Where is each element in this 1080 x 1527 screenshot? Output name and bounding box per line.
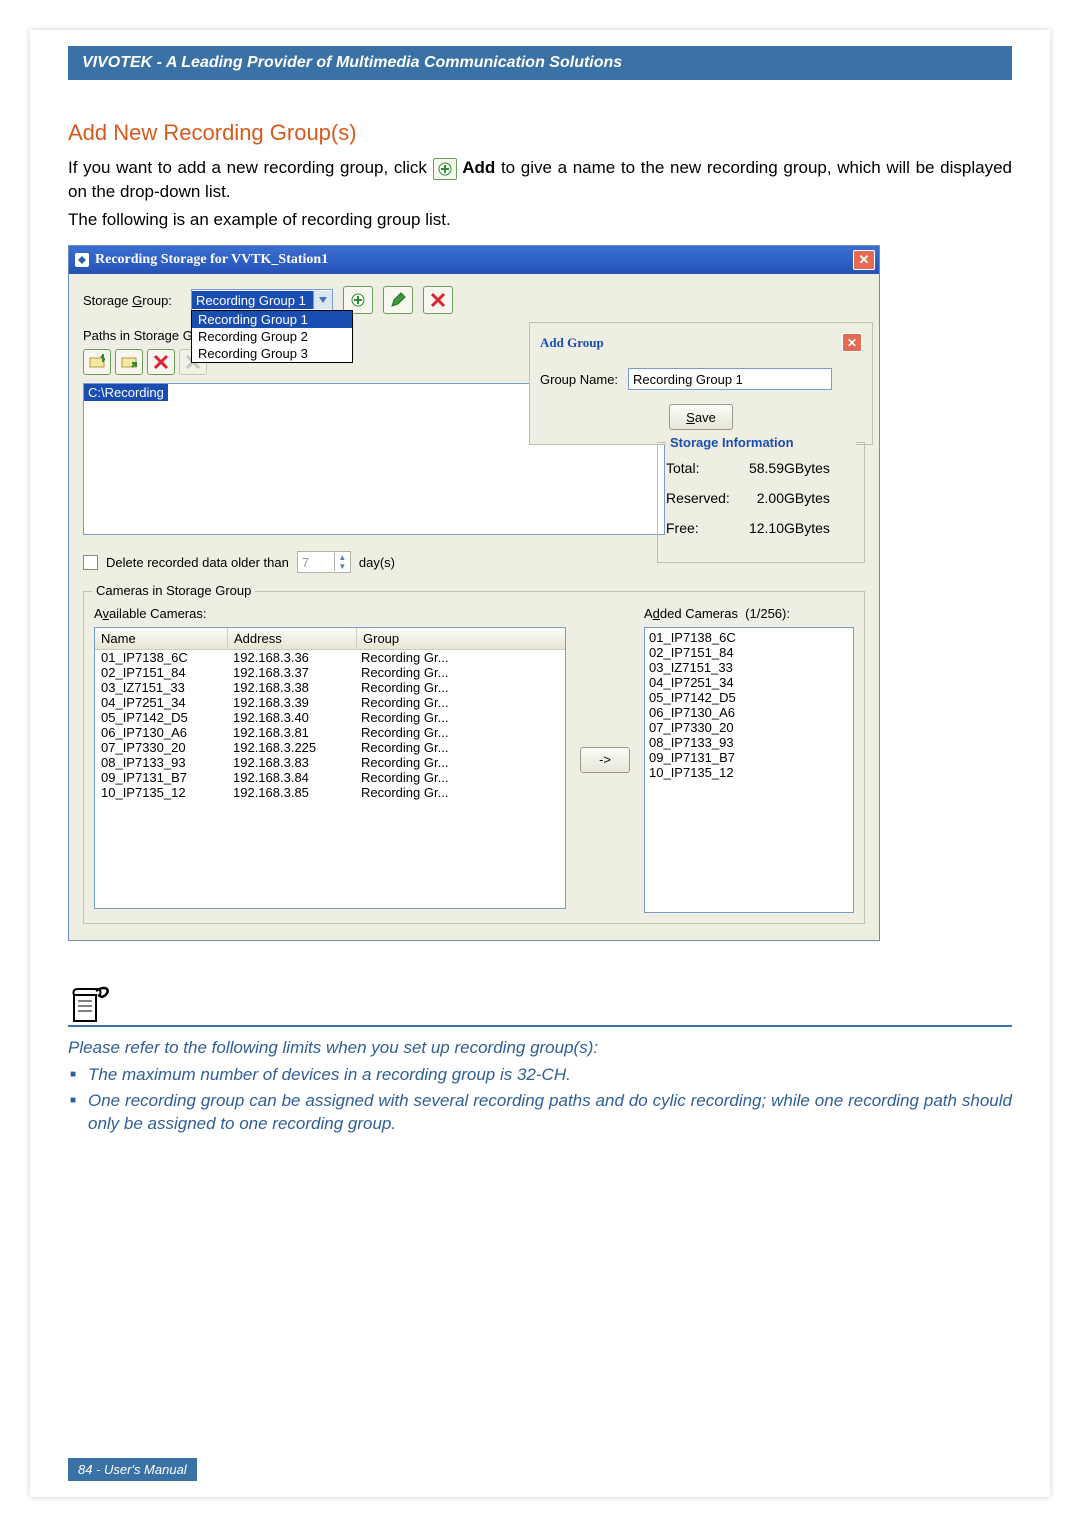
app-icon: [75, 253, 89, 267]
group-name-label: Group Name:: [540, 372, 618, 387]
table-row[interactable]: 05_IP7142_D5192.168.3.40Recording Gr...: [95, 710, 565, 725]
section-title: Add New Recording Group(s): [68, 120, 1012, 146]
spinner-down-icon[interactable]: ▼: [334, 562, 350, 571]
col-group[interactable]: Group: [357, 628, 565, 649]
note-bullet: One recording group can be assigned with…: [88, 1090, 1012, 1136]
dropdown-item[interactable]: Recording Group 3: [192, 345, 352, 362]
storage-group-combo[interactable]: Recording Group 1 Recording Group 1 Reco…: [191, 289, 333, 311]
storage-info-value: 2.00: [738, 490, 784, 506]
intro-paragraph-2: The following is an example of recording…: [68, 208, 1012, 232]
list-item[interactable]: 05_IP7142_D5: [649, 690, 849, 705]
page-footer: 84 - User's Manual: [68, 1458, 197, 1481]
delete-old-label: Delete recorded data older than: [106, 555, 289, 570]
edit-group-button[interactable]: [383, 286, 413, 314]
delete-days-input[interactable]: [298, 555, 334, 570]
delete-group-button[interactable]: [423, 286, 453, 314]
titlebar: Recording Storage for VVTK_Station1 ✕: [69, 246, 879, 274]
path-item-selected[interactable]: C:\Recording: [84, 384, 168, 401]
chevron-down-icon[interactable]: [313, 291, 332, 309]
cameras-fieldset: Cameras in Storage Group Available Camer…: [83, 591, 865, 924]
delete-days-unit: day(s): [359, 555, 395, 570]
list-item[interactable]: 08_IP7133_93: [649, 735, 849, 750]
storage-group-label: Storage Group:: [83, 293, 191, 308]
available-cameras-grid[interactable]: Name Address Group 01_IP7138_6C192.168.3…: [94, 627, 566, 909]
table-row[interactable]: 07_IP7330_20192.168.3.225Recording Gr...: [95, 740, 565, 755]
storage-info-panel: Storage Information Total:58.59GBytesRes…: [657, 442, 865, 563]
open-path-button[interactable]: [115, 349, 143, 375]
added-cameras-list[interactable]: 01_IP7138_6C02_IP7151_8403_IZ7151_3304_I…: [644, 627, 854, 913]
storage-info-value: 58.59: [738, 460, 784, 476]
list-item[interactable]: 03_IZ7151_33: [649, 660, 849, 675]
storage-info-label: Free:: [666, 520, 738, 536]
storage-info-title: Storage Information: [666, 435, 856, 450]
table-row[interactable]: 02_IP7151_84192.168.3.37Recording Gr...: [95, 665, 565, 680]
p1b: Add: [462, 158, 495, 177]
list-item[interactable]: 10_IP7135_12: [649, 765, 849, 780]
table-row[interactable]: 01_IP7138_6C192.168.3.36Recording Gr...: [95, 650, 565, 665]
cameras-legend: Cameras in Storage Group: [92, 583, 255, 598]
delete-old-checkbox[interactable]: [83, 555, 98, 570]
add-icon-inline: [433, 158, 457, 180]
storage-group-selected: Recording Group 1: [192, 291, 313, 309]
doc-header: VIVOTEK - A Leading Provider of Multimed…: [68, 46, 1012, 80]
save-button[interactable]: Save: [669, 404, 733, 430]
dropdown-item[interactable]: Recording Group 2: [192, 328, 352, 345]
storage-info-unit: GBytes: [784, 490, 836, 506]
delete-days-spinner[interactable]: ▲▼: [297, 551, 351, 573]
storage-info-label: Total:: [666, 460, 738, 476]
storage-info-label: Reserved:: [666, 490, 738, 506]
delete-path-button[interactable]: [147, 349, 175, 375]
list-item[interactable]: 04_IP7251_34: [649, 675, 849, 690]
table-row[interactable]: 03_IZ7151_33192.168.3.38Recording Gr...: [95, 680, 565, 695]
add-path-button[interactable]: [83, 349, 111, 375]
table-row[interactable]: 09_IP7131_B7192.168.3.84Recording Gr...: [95, 770, 565, 785]
list-item[interactable]: 09_IP7131_B7: [649, 750, 849, 765]
note-bullet: The maximum number of devices in a recor…: [88, 1064, 1012, 1087]
table-row[interactable]: 06_IP7130_A6192.168.3.81Recording Gr...: [95, 725, 565, 740]
col-address[interactable]: Address: [228, 628, 357, 649]
table-row[interactable]: 08_IP7133_93192.168.3.83Recording Gr...: [95, 755, 565, 770]
move-right-button[interactable]: ->: [580, 747, 630, 773]
close-icon[interactable]: ✕: [842, 333, 862, 352]
dialog-window: Recording Storage for VVTK_Station1 ✕ St…: [68, 245, 880, 941]
col-name[interactable]: Name: [95, 628, 228, 649]
list-item[interactable]: 02_IP7151_84: [649, 645, 849, 660]
note-icon: [68, 981, 1012, 1023]
table-row[interactable]: 10_IP7135_12192.168.3.85Recording Gr...: [95, 785, 565, 800]
note-rule: [68, 1025, 1012, 1027]
list-item[interactable]: 07_IP7330_20: [649, 720, 849, 735]
storage-group-dropdown[interactable]: Recording Group 1 Recording Group 2 Reco…: [191, 310, 353, 363]
save-underline: S: [686, 410, 695, 425]
spinner-up-icon[interactable]: ▲: [334, 553, 350, 562]
intro-paragraph: If you want to add a new recording group…: [68, 156, 1012, 204]
available-cameras-label: Available Cameras:: [94, 606, 566, 621]
list-item[interactable]: 06_IP7130_A6: [649, 705, 849, 720]
added-cameras-label: Added Cameras (1/256):: [644, 606, 854, 621]
table-row[interactable]: 04_IP7251_34192.168.3.39Recording Gr...: [95, 695, 565, 710]
close-icon[interactable]: ✕: [853, 250, 875, 270]
group-name-input[interactable]: [628, 368, 832, 390]
window-title: Recording Storage for VVTK_Station1: [95, 252, 853, 268]
p1a: If you want to add a new recording group…: [68, 158, 433, 177]
list-item[interactable]: 01_IP7138_6C: [649, 630, 849, 645]
note-text: Please refer to the following limits whe…: [68, 1037, 1012, 1136]
storage-info-value: 12.10: [738, 520, 784, 536]
add-group-panel: Add Group ✕ Group Name: Save: [529, 322, 873, 445]
add-group-title: Add Group: [540, 335, 604, 351]
storage-info-unit: GBytes: [784, 520, 836, 536]
dropdown-item[interactable]: Recording Group 1: [192, 311, 352, 328]
storage-info-unit: GBytes: [784, 460, 836, 476]
note-intro: Please refer to the following limits whe…: [68, 1037, 1012, 1060]
